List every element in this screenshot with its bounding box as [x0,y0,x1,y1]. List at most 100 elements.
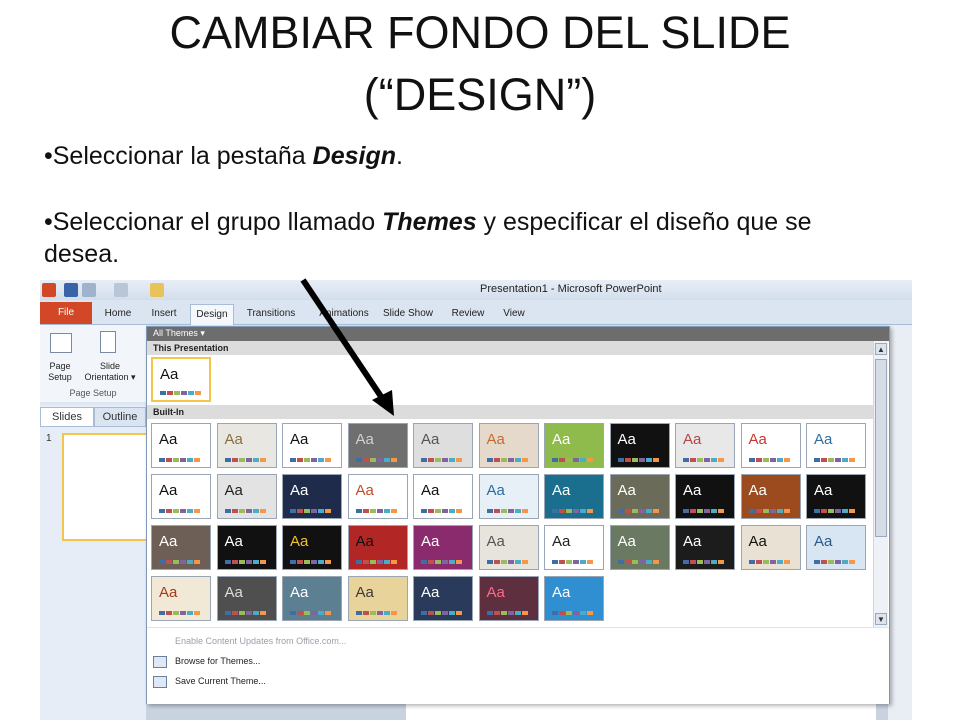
page-setup-icon[interactable] [50,333,72,353]
theme-thumbnail[interactable]: Aa [609,423,670,468]
ribbon-tabs: File Home Insert Design Transitions Anim… [40,300,912,325]
menu-enable-updates[interactable]: Enable Content Updates from Office.com..… [175,636,346,646]
tab-home[interactable]: Home [98,304,138,324]
scroll-up-button[interactable]: ▲ [875,343,887,355]
theme-thumbnail[interactable]: Aa [544,423,604,468]
theme-color-swatches [814,458,855,462]
theme-thumbnail[interactable]: Aa [413,576,473,621]
slide-orientation-icon[interactable] [100,331,116,353]
tab-transitions[interactable]: Transitions [240,304,302,324]
theme-thumbnail[interactable]: Aa [478,474,539,519]
theme-thumbnail[interactable]: Aa [806,525,866,570]
group-label: Page Setup [69,388,117,398]
theme-thumbnail[interactable]: Aa [478,423,539,468]
theme-preview-text: Aa [748,482,767,499]
theme-thumbnail[interactable]: Aa [609,474,670,519]
theme-color-swatches [552,560,593,564]
theme-color-swatches [683,560,724,564]
tab-outline[interactable]: Outline [94,407,146,427]
theme-color-swatches [224,509,266,513]
page-setup-button[interactable]: Page Setup [42,361,78,383]
theme-thumbnail[interactable]: Aa [282,525,342,570]
theme-preview-text: Aa [421,431,440,448]
theme-thumbnail[interactable]: Aa [151,576,211,621]
tab-view[interactable]: View [496,304,532,324]
theme-color-swatches [617,560,659,564]
window-titlebar: Presentation1 - Microsoft PowerPoint [40,280,912,300]
theme-thumbnail[interactable]: Aa [675,525,735,570]
scroll-down-button[interactable]: ▼ [875,613,887,625]
theme-thumbnail[interactable]: Aa [151,423,211,468]
theme-thumbnail[interactable]: Aa [740,474,801,519]
theme-preview-text: Aa [814,482,833,499]
theme-preview-text: Aa [552,431,571,448]
theme-thumbnail[interactable]: Aa [347,525,408,570]
theme-preview-text: Aa [159,482,178,499]
theme-preview-text: Aa [290,482,309,499]
theme-preview-text: Aa [355,533,374,550]
theme-preview-text: Aa [290,431,309,448]
theme-thumbnail[interactable]: Aa [675,474,735,519]
theme-thumbnail[interactable]: Aa [413,525,473,570]
theme-color-swatches [355,509,397,513]
theme-thumbnail[interactable]: Aa [151,525,211,570]
theme-thumbnail[interactable]: Aa [675,423,735,468]
tab-design[interactable]: Design [190,304,234,325]
tab-animations[interactable]: Animations [308,304,380,324]
theme-preview-text: Aa [683,533,702,550]
theme-preview-text: Aa [683,482,702,499]
menu-browse-themes[interactable]: Browse for Themes... [175,656,260,666]
theme-preview-text: Aa [814,431,833,448]
theme-thumbnail[interactable]: Aa [216,525,277,570]
theme-thumbnail[interactable]: Aa [347,423,408,468]
redo-icon[interactable] [114,283,128,297]
theme-thumbnail[interactable]: Aa [806,423,866,468]
theme-thumbnail[interactable]: Aa [282,474,342,519]
theme-thumbnail[interactable]: Aa [282,576,342,621]
gallery-scrollbar[interactable]: ▲ ▼ [873,341,888,627]
theme-color-swatches [421,560,462,564]
theme-current[interactable]: Aa [151,357,211,402]
theme-thumbnail[interactable]: Aa [478,576,539,621]
section-built-in: Built-In [147,405,877,419]
tab-slide-show[interactable]: Slide Show [378,304,438,324]
theme-thumbnail[interactable]: Aa [740,525,801,570]
themes-filter[interactable]: All Themes ▾ [147,327,889,341]
theme-thumbnail[interactable]: Aa [478,525,539,570]
theme-thumbnail[interactable]: Aa [544,474,604,519]
undo-icon[interactable] [82,283,96,297]
powerpoint-icon[interactable] [42,283,56,297]
tab-file[interactable]: File [40,302,92,324]
theme-preview-text: Aa [552,533,571,550]
theme-thumbnail[interactable]: Aa [216,576,277,621]
slides-panel: Slides Outline 1 [40,405,150,720]
theme-preview-text: Aa [160,366,179,383]
theme-thumbnail[interactable]: Aa [347,474,408,519]
section-this-presentation: This Presentation [147,341,877,355]
scroll-thumb[interactable] [875,359,887,537]
theme-thumbnail[interactable]: Aa [544,525,604,570]
theme-preview-text: Aa [421,482,440,499]
theme-thumbnail[interactable]: Aa [347,576,408,621]
slide-orientation-button[interactable]: Slide Orientation ▾ [82,361,138,383]
slide-thumbnail[interactable] [62,433,150,541]
save-icon[interactable] [64,283,78,297]
tab-review[interactable]: Review [444,304,492,324]
theme-thumbnail[interactable]: Aa [544,576,604,621]
theme-thumbnail[interactable]: Aa [216,423,277,468]
menu-save-theme[interactable]: Save Current Theme... [175,676,266,686]
theme-thumbnail[interactable]: Aa [413,474,473,519]
theme-thumbnail[interactable]: Aa [282,423,342,468]
tab-insert[interactable]: Insert [144,304,184,324]
theme-thumbnail[interactable]: Aa [609,525,670,570]
theme-thumbnail[interactable]: Aa [151,474,211,519]
theme-thumbnail[interactable]: Aa [740,423,801,468]
themes-filter-label[interactable]: All Themes ▾ [153,328,205,339]
theme-thumbnail[interactable]: Aa [216,474,277,519]
theme-thumbnail[interactable]: Aa [806,474,866,519]
theme-preview-text: Aa [617,533,636,550]
open-icon[interactable] [150,283,164,297]
page-setup-group: Page Setup Slide Orientation ▾ Page Setu… [40,325,147,402]
tab-slides[interactable]: Slides [40,407,94,427]
theme-thumbnail[interactable]: Aa [413,423,473,468]
